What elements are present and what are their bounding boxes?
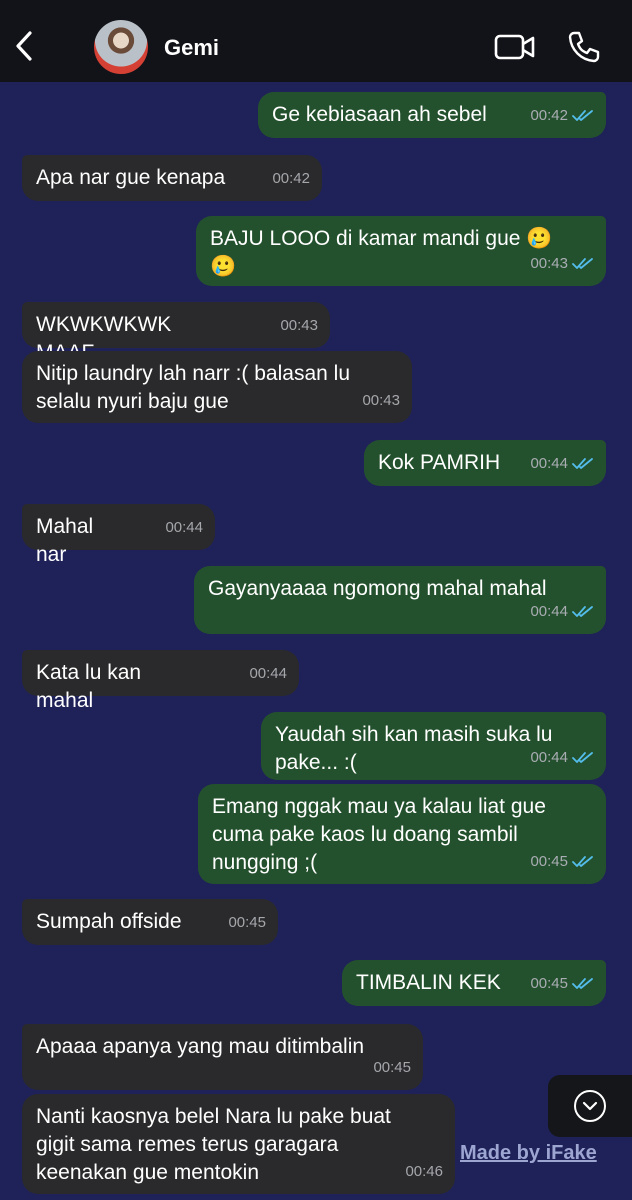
message-meta: 00:43 (280, 312, 318, 340)
message-time: 00:43 (362, 392, 400, 409)
message-time: 00:45 (228, 914, 266, 931)
incoming-message[interactable]: Nanti kaosnya belel Nara lu pake buat gi… (22, 1094, 455, 1194)
incoming-message[interactable]: Kata lu kan mahal 00:44 (22, 650, 299, 712)
contact-name[interactable]: Gemi (164, 35, 219, 61)
message-meta: 00:43 (530, 250, 594, 278)
message-meta: 00:42 (272, 165, 310, 193)
incoming-message[interactable]: Mahal nar 00:44 (22, 504, 215, 566)
message-meta: 00:45 (530, 970, 594, 998)
incoming-message[interactable]: Nitip laundry lah narr :( balasan lu sel… (22, 351, 412, 423)
message-time: 00:45 (373, 1059, 411, 1076)
message-time: 00:46 (405, 1163, 443, 1180)
message-time: 00:44 (530, 455, 568, 472)
message-meta: 00:44 (530, 450, 594, 478)
incoming-message[interactable]: WKWKWKWK MAAF00:43 (22, 302, 330, 364)
watermark: Made by iFake (460, 1142, 597, 1164)
message-meta: 00:45 (228, 909, 266, 937)
message-time: 00:44 (249, 665, 287, 682)
message-time: 00:43 (530, 255, 568, 272)
double-check-icon (572, 110, 593, 121)
message-text: Nanti kaosnya belel Nara lu pake buat gi… (36, 1105, 391, 1184)
outgoing-message[interactable]: Gayanyaaaa ngomong mahal mahal 00:44 (194, 566, 606, 634)
message-text: Kata lu kan mahal (36, 661, 147, 712)
scroll-to-bottom-button[interactable] (548, 1075, 632, 1137)
video-call-button[interactable] (494, 33, 536, 61)
message-time: 00:42 (272, 170, 310, 187)
outgoing-message[interactable]: TIMBALIN KEK 00:45 (342, 960, 606, 1006)
message-text: Apaaa apanya yang mau ditimbalin (36, 1035, 365, 1058)
message-meta: 00:44 (530, 598, 594, 626)
voice-call-button[interactable] (567, 30, 601, 64)
back-button[interactable] (10, 28, 40, 64)
incoming-message[interactable]: Apaaa apanya yang mau ditimbalin 00:45 (22, 1024, 423, 1090)
message-meta: 00:45 (530, 848, 594, 876)
double-check-icon (572, 258, 593, 269)
double-check-icon (572, 856, 593, 867)
chevron-down-icon (574, 1090, 606, 1122)
message-meta: 00:42 (530, 102, 594, 130)
message-text: Apa nar gue kenapa (36, 166, 226, 189)
message-meta: 00:43 (362, 387, 400, 415)
phone-icon (568, 31, 600, 63)
outgoing-message[interactable]: BAJU LOOO di kamar mandi gue 🥲 🥲 00:43 (196, 216, 606, 286)
message-text: Nitip laundry lah narr :( balasan lu sel… (36, 362, 350, 413)
outgoing-message[interactable]: Kok PAMRIH 00:44 (364, 440, 606, 486)
message-time: 00:45 (530, 975, 568, 992)
chevron-left-icon (16, 31, 32, 61)
outgoing-message[interactable]: Emang nggak mau ya kalau liat gue cuma p… (198, 784, 606, 884)
message-time: 00:44 (530, 603, 568, 620)
outgoing-message[interactable]: Ge kebiasaan ah sebel 00:42 (258, 92, 606, 138)
incoming-message[interactable]: Apa nar gue kenapa 00:42 (22, 155, 322, 201)
contact-avatar[interactable] (94, 20, 148, 74)
incoming-message[interactable]: Sumpah offside 00:45 (22, 899, 278, 945)
message-time: 00:42 (530, 107, 568, 124)
message-meta: 00:45 (373, 1054, 411, 1082)
video-camera-icon (494, 34, 535, 60)
double-check-icon (572, 458, 593, 469)
outgoing-message[interactable]: Yaudah sih kan masih suka lu pake... :(0… (261, 712, 606, 780)
message-time: 00:43 (280, 317, 318, 334)
chat-header: Gemi (0, 0, 632, 82)
message-time: 00:45 (530, 853, 568, 870)
message-time: 00:44 (165, 519, 203, 536)
double-check-icon (572, 752, 593, 763)
double-check-icon (572, 606, 593, 617)
message-time: 00:44 (530, 749, 568, 766)
message-meta: 00:44 (249, 660, 287, 688)
double-check-icon (572, 978, 593, 989)
message-meta: 00:46 (405, 1158, 443, 1186)
message-meta: 00:44 (165, 514, 203, 542)
message-meta: 00:44 (530, 744, 594, 772)
